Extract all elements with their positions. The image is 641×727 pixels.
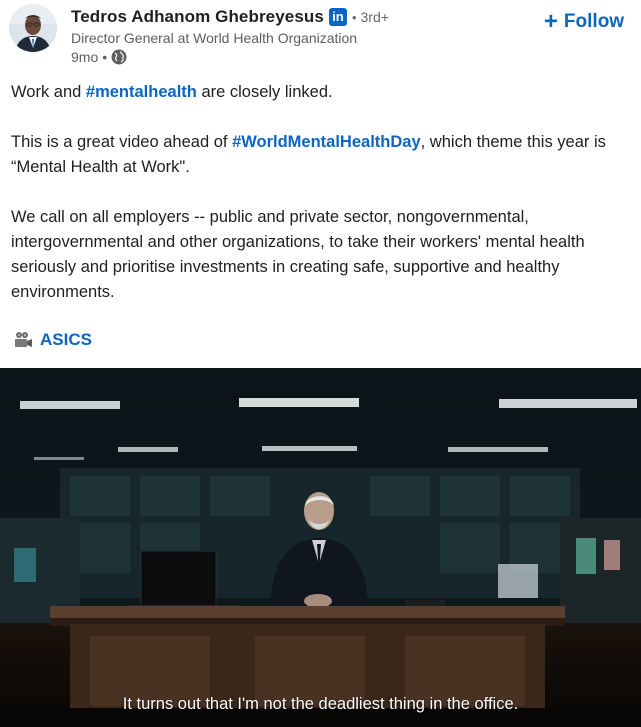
text-segment: Work and [11,83,86,101]
avatar-image [9,4,57,52]
post-header: Tedros Adhanom Ghebreyesus in • 3rd+ Dir… [0,0,641,72]
post-time: 9mo [71,49,99,65]
post-meta: 9mo • [71,49,127,65]
text-segment: are closely linked. [196,83,333,101]
hashtag-mentalhealth[interactable]: #mentalhealth [86,83,197,101]
post-paragraph-3: We call on all employers -- public and p… [11,208,585,301]
follow-label: Follow [563,11,625,32]
post-paragraph-1: Work and #mentalhealth are closely linke… [11,80,333,105]
post-paragraph-2: This is a great video ahead of #WorldMen… [11,130,636,180]
video-frame [0,368,641,727]
hashtag-worldmentalhealthday[interactable]: #WorldMentalHealthDay [232,133,421,151]
video-player[interactable]: It turns out that I'm not the deadliest … [0,368,641,727]
follow-button[interactable]: + Follow [532,6,636,38]
mention-line: ASICS [13,330,92,350]
video-subtitle: It turns out that I'm not the deadliest … [122,695,519,713]
author-line: Tedros Adhanom Ghebreyesus in • 3rd+ [71,5,389,29]
connection-degree: 3rd+ [360,9,389,25]
author-headline: Director General at World Health Organiz… [71,30,358,46]
movie-camera-icon [13,331,33,349]
mention-asics[interactable]: ASICS [40,330,92,350]
text-segment: This is a great video ahead of [11,133,233,151]
author-avatar[interactable] [9,4,57,52]
linkedin-badge-icon: in [328,8,347,26]
meta-separator: • [102,49,108,65]
globe-icon [111,49,127,65]
separator-dot: • [351,9,357,25]
author-name[interactable]: Tedros Adhanom Ghebreyesus [71,7,324,27]
plus-icon: + [543,8,558,35]
